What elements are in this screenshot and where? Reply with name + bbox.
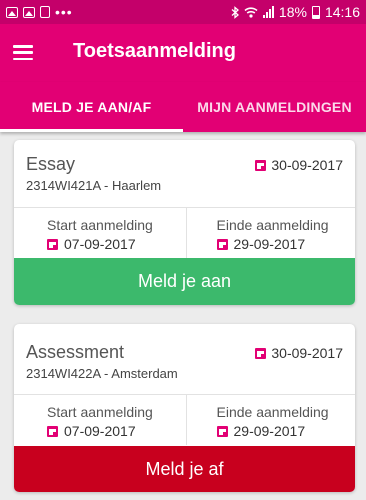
start-registration-date: 07-09-2017	[47, 236, 186, 252]
start-date-value: 07-09-2017	[64, 423, 136, 439]
end-registration: Einde aanmelding 29-09-2017	[185, 395, 356, 445]
battery-icon	[311, 5, 320, 19]
end-registration: Einde aanmelding 29-09-2017	[185, 208, 356, 258]
calendar-icon	[47, 238, 58, 250]
tab-mijn-aanmeldingen[interactable]: MIJN AANMELDINGEN	[183, 82, 366, 132]
start-date-value: 07-09-2017	[64, 236, 136, 252]
start-registration-date: 07-09-2017	[47, 423, 186, 439]
exam-date-value: 30-09-2017	[271, 345, 343, 361]
signal-icon	[262, 6, 274, 18]
exam-date-value: 30-09-2017	[271, 157, 343, 173]
end-date-value: 29-09-2017	[233, 423, 306, 439]
app-bar: Toetsaanmelding	[0, 24, 366, 82]
app-title: Toetsaanmelding	[73, 40, 236, 62]
hamburger-menu-icon[interactable]	[13, 45, 33, 60]
register-button[interactable]: Meld je aan	[14, 258, 355, 305]
gallery-icon	[23, 6, 35, 18]
calendar-icon	[216, 238, 228, 250]
end-registration-label: Einde aanmelding	[216, 217, 329, 233]
document-icon	[40, 6, 50, 18]
start-registration-label: Start aanmelding	[47, 217, 153, 233]
exam-code-location: 2314WI421A - Haarlem	[26, 178, 162, 193]
exam-date: 30-09-2017	[255, 157, 343, 173]
start-registration: Start aanmelding 07-09-2017	[14, 208, 186, 258]
calendar-icon	[255, 347, 267, 359]
clock-time: 14:16	[324, 4, 360, 20]
status-left: •••	[6, 4, 73, 20]
end-registration-label: Einde aanmelding	[216, 404, 329, 420]
more-dots-icon: •••	[55, 4, 73, 20]
start-registration: Start aanmelding 07-09-2017	[14, 395, 186, 445]
end-date-value: 29-09-2017	[233, 236, 306, 252]
exam-date: 30-09-2017	[255, 345, 343, 361]
tab-meld-je-aan-af[interactable]: MELD JE AAN/AF	[0, 82, 183, 132]
bluetooth-icon	[231, 5, 239, 19]
end-registration-date: 29-09-2017	[216, 236, 356, 252]
exam-card-assessment: Assessment 2314WI422A - Amsterdam 30-09-…	[14, 324, 355, 492]
tab-bar: MELD JE AAN/AF MIJN AANMELDINGEN	[0, 82, 366, 132]
registration-period: Start aanmelding 07-09-2017 Einde aanmel…	[14, 395, 355, 445]
battery-percent: 18%	[278, 4, 307, 20]
tab-label: MIJN AANMELDINGEN	[197, 99, 352, 115]
status-right: 18% 14:16	[231, 4, 360, 20]
card-header: Assessment 2314WI422A - Amsterdam 30-09-…	[26, 342, 343, 392]
start-registration-label: Start aanmelding	[47, 404, 153, 420]
calendar-icon	[47, 425, 58, 437]
card-header: Essay 2314WI421A - Haarlem 30-09-2017	[26, 154, 343, 204]
wifi-icon	[244, 7, 258, 18]
calendar-icon	[216, 425, 228, 437]
exam-code-location: 2314WI422A - Amsterdam	[26, 366, 178, 381]
status-bar: ••• 18% 14:16	[0, 0, 366, 24]
registration-period: Start aanmelding 07-09-2017 Einde aanmel…	[14, 208, 355, 258]
calendar-icon	[255, 159, 267, 171]
end-registration-date: 29-09-2017	[216, 423, 356, 439]
unregister-button[interactable]: Meld je af	[14, 446, 355, 492]
tab-label: MELD JE AAN/AF	[31, 99, 152, 115]
exam-card-essay: Essay 2314WI421A - Haarlem 30-09-2017 St…	[14, 140, 355, 305]
image-icon	[6, 6, 18, 18]
